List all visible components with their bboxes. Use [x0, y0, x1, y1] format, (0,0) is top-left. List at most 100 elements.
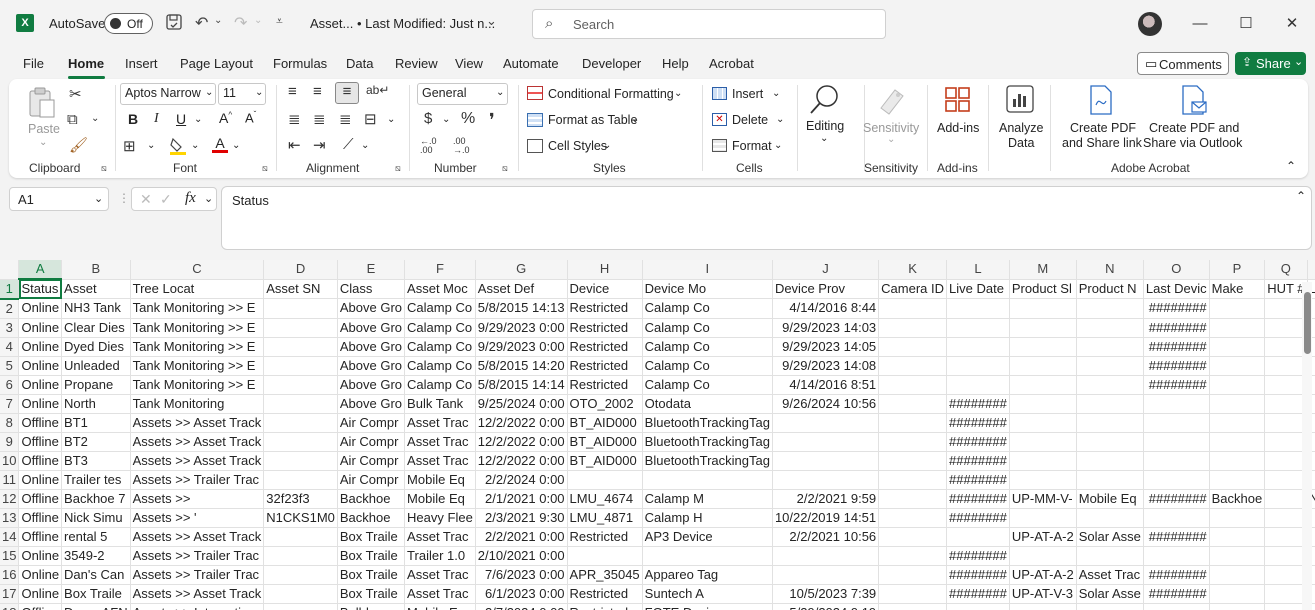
tab-help[interactable]: Help — [662, 56, 689, 71]
cell-a12[interactable]: Offline — [18, 489, 63, 509]
cell-b17[interactable]: Box Traile — [61, 584, 131, 604]
cell-g7[interactable]: 9/25/2024 0:00 — [475, 394, 568, 414]
cell-g6[interactable]: 5/8/2015 14:14 — [475, 375, 568, 395]
tab-acrobat[interactable]: Acrobat — [709, 56, 754, 71]
cell-p9[interactable] — [1209, 432, 1266, 452]
minimize-button[interactable]: — — [1177, 10, 1223, 38]
share-button[interactable]: ⇪ Share ⌄ — [1235, 52, 1306, 75]
column-header-n[interactable]: N — [1076, 260, 1144, 280]
cell-m16[interactable]: UP-AT-A-2 — [1009, 565, 1077, 585]
cell-o5[interactable]: ######## — [1143, 356, 1210, 376]
delete-chevron-icon[interactable]: ⌄ — [776, 114, 784, 125]
row-header[interactable]: 6 — [0, 375, 20, 395]
cell-l5[interactable] — [946, 356, 1010, 376]
cell-q17[interactable] — [1264, 584, 1308, 604]
cell-f10[interactable]: Asset Trac — [404, 451, 476, 471]
cell-e13[interactable]: Backhoe — [337, 508, 406, 528]
column-header-q[interactable]: Q — [1264, 260, 1308, 280]
column-header-o[interactable]: O — [1143, 260, 1210, 280]
cell-k17[interactable] — [878, 584, 948, 604]
underline-icon[interactable]: U — [176, 111, 186, 127]
cell-a3[interactable]: Online — [18, 318, 63, 338]
cell-n8[interactable] — [1076, 413, 1144, 433]
create-pdf-link-line2[interactable]: and Share link — [1062, 136, 1142, 150]
cell-m7[interactable] — [1009, 394, 1077, 414]
cell-j18[interactable]: 5/29/2024 9:19 — [772, 603, 880, 610]
cell-g18[interactable]: 2/7/2024 0:00 — [475, 603, 568, 610]
cell-b12[interactable]: Backhoe 7 — [61, 489, 131, 509]
cell-b14[interactable]: rental 5 — [61, 527, 131, 547]
cell-n10[interactable] — [1076, 451, 1144, 471]
create-pdf-outlook-line1[interactable]: Create PDF and — [1149, 121, 1239, 135]
cell-n14[interactable]: Solar Asse — [1076, 527, 1144, 547]
cell-j5[interactable]: 9/29/2023 14:08 — [772, 356, 880, 376]
cell-d12[interactable]: 32f23f3 — [263, 489, 338, 509]
cell-b1[interactable]: Asset — [61, 279, 131, 299]
collapse-ribbon-icon[interactable]: ⌃ — [1286, 159, 1296, 173]
cell-d15[interactable] — [263, 546, 338, 566]
cell-h7[interactable]: OTO_2002 — [567, 394, 643, 414]
column-header-a[interactable]: A — [18, 260, 63, 280]
cell-m1[interactable]: Product Sl — [1009, 279, 1077, 299]
number-format-select[interactable]: General — [417, 83, 508, 105]
cell-a14[interactable]: Offline — [18, 527, 63, 547]
cell-g17[interactable]: 6/1/2023 0:00 — [475, 584, 568, 604]
cell-a18[interactable]: Offline — [18, 603, 63, 610]
cell-q6[interactable] — [1264, 375, 1308, 395]
create-pdf-outlook-icon[interactable] — [1180, 85, 1208, 115]
cell-i14[interactable]: AP3 Device — [642, 527, 773, 547]
cell-b6[interactable]: Propane — [61, 375, 131, 395]
redo-icon[interactable]: ↷ — [234, 13, 247, 33]
cancel-entry-icon[interactable]: ✕ — [140, 191, 152, 208]
cell-m4[interactable] — [1009, 337, 1077, 357]
cell-d13[interactable]: N1CKS1M0 — [263, 508, 338, 528]
cell-n12[interactable]: Mobile Eq — [1076, 489, 1144, 509]
column-header-b[interactable]: B — [61, 260, 131, 280]
cell-j17[interactable]: 10/5/2023 7:39 — [772, 584, 880, 604]
cell-l18[interactable] — [946, 603, 1010, 610]
confirm-entry-icon[interactable]: ✓ — [160, 191, 172, 208]
decrease-indent-icon[interactable]: ⇤ — [288, 136, 301, 154]
cell-n9[interactable] — [1076, 432, 1144, 452]
cell-o12[interactable]: ######## — [1143, 489, 1210, 509]
cell-q13[interactable] — [1264, 508, 1308, 528]
tab-file[interactable]: File — [23, 56, 44, 71]
cell-g12[interactable]: 2/1/2021 0:00 — [475, 489, 568, 509]
cell-o10[interactable] — [1143, 451, 1210, 471]
cell-g14[interactable]: 2/2/2021 0:00 — [475, 527, 568, 547]
cell-p17[interactable] — [1209, 584, 1266, 604]
cell-e15[interactable]: Box Traile — [337, 546, 406, 566]
decrease-font-icon[interactable]: Aˇ — [245, 110, 256, 125]
create-pdf-link-line1[interactable]: Create PDF — [1070, 121, 1136, 135]
maximize-button[interactable]: ☐ — [1223, 10, 1269, 38]
cell-i5[interactable]: Calamp Co — [642, 356, 773, 376]
align-left-icon[interactable]: ≣ — [288, 110, 301, 128]
format-chevron-icon[interactable]: ⌄ — [774, 140, 782, 151]
tab-review[interactable]: Review — [395, 56, 438, 71]
cell-n13[interactable] — [1076, 508, 1144, 528]
cell-k1[interactable]: Camera ID — [878, 279, 948, 299]
paste-button[interactable]: Paste — [28, 122, 60, 136]
cell-d6[interactable] — [263, 375, 338, 395]
cell-f14[interactable]: Asset Trac — [404, 527, 476, 547]
cell-i12[interactable]: Calamp M — [642, 489, 773, 509]
sensitivity-button[interactable]: Sensitivity — [863, 121, 919, 135]
cell-m12[interactable]: UP-MM-V- — [1009, 489, 1077, 509]
column-header-h[interactable]: H — [567, 260, 643, 280]
cell-a13[interactable]: Offline — [18, 508, 63, 528]
cell-n3[interactable] — [1076, 318, 1144, 338]
cell-c17[interactable]: Assets >> Asset Track — [130, 584, 265, 604]
cell-h4[interactable]: Restricted — [567, 337, 643, 357]
cell-q7[interactable] — [1264, 394, 1308, 414]
cell-c14[interactable]: Assets >> Asset Track — [130, 527, 265, 547]
row-header[interactable]: 4 — [0, 337, 20, 357]
spreadsheet-table[interactable]: ABCDEFGHIJKLMNOPQRS 1StatusAssetTree Loc… — [0, 260, 1315, 610]
cell-a1[interactable]: Status — [18, 279, 63, 299]
cell-d1[interactable]: Asset SN — [263, 279, 338, 299]
cell-b3[interactable]: Clear Dies — [61, 318, 131, 338]
cell-g10[interactable]: 12/2/2022 0:00 — [475, 451, 568, 471]
increase-decimal-icon[interactable]: ←.0.00 — [420, 137, 437, 155]
comma-style-icon[interactable]: ❜ — [489, 110, 495, 131]
cell-m17[interactable]: UP-AT-V-3 — [1009, 584, 1077, 604]
cell-g4[interactable]: 9/29/2023 0:00 — [475, 337, 568, 357]
